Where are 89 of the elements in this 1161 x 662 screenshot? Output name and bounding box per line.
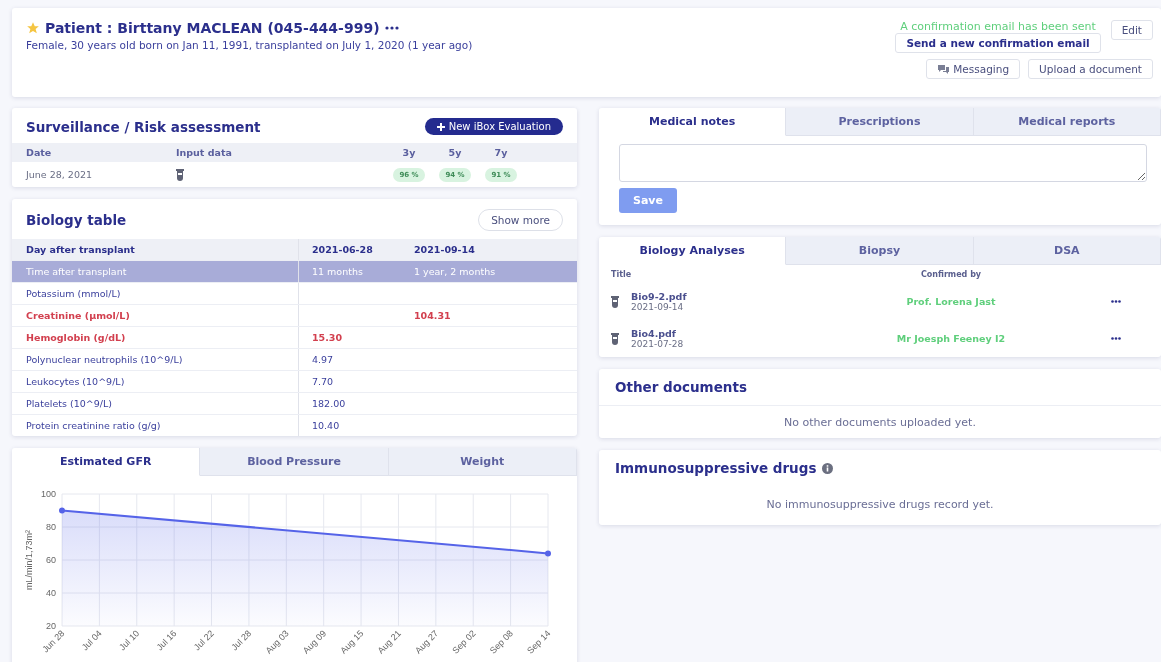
x-tick-label: Jul 22 xyxy=(191,628,216,653)
table-cell: Time after transplant xyxy=(26,266,127,277)
analysis-tab[interactable]: Biopsy xyxy=(786,237,974,265)
column-header: Confirmed by xyxy=(919,269,983,279)
table-cell: Polynuclear neutrophils (10^9/L) xyxy=(26,354,183,365)
edit-button[interactable]: Edit xyxy=(1110,20,1153,40)
table-cell: 4.97 xyxy=(312,354,334,365)
column-header: 5y xyxy=(447,147,463,158)
table-cell: Potassium (mmol/L) xyxy=(26,288,121,299)
confirmed-by: Mr Joesph Feeney I2 xyxy=(896,333,1006,344)
x-tick-label: Aug 21 xyxy=(375,628,403,656)
more-icon[interactable] xyxy=(1111,300,1121,303)
x-tick-label: Jul 10 xyxy=(117,628,142,653)
resend-email-button[interactable]: Send a new confirmation email xyxy=(895,33,1101,53)
table-cell: Protein creatinine ratio (g/g) xyxy=(26,420,161,431)
column-header: Input data xyxy=(176,147,233,158)
test-tube-icon xyxy=(611,332,619,345)
table-cell: 182.00 xyxy=(312,398,346,409)
table-cell: Leukocytes (10^9/L) xyxy=(26,376,125,387)
table-cell: Hemoglobin (g/dL) xyxy=(26,332,126,343)
notes-tab[interactable]: Medical notes xyxy=(599,108,787,136)
table-cell: 11 months xyxy=(312,266,363,277)
table-cell: Platelets (10^9/L) xyxy=(26,398,112,409)
column-header: 3y xyxy=(401,147,417,158)
x-tick-label: Jul 16 xyxy=(154,628,179,653)
x-tick-label: Jun 28 xyxy=(40,628,67,655)
email-status: A confirmation email has been sent xyxy=(900,20,1096,33)
file-name[interactable]: Bio9-2.pdf xyxy=(631,291,687,302)
x-tick-label: Sep 08 xyxy=(487,628,516,656)
analysis-tab[interactable]: Biology Analyses xyxy=(599,237,787,265)
note-field[interactable] xyxy=(619,144,1147,182)
confirmed-by: Prof. Lorena Jast xyxy=(906,296,996,307)
data-point xyxy=(545,550,551,557)
card-title: Biology table xyxy=(26,212,127,228)
analysis-tab[interactable]: DSA xyxy=(973,237,1161,265)
y-tick-label: 20 xyxy=(46,621,56,631)
x-tick-label: Aug 27 xyxy=(413,628,441,656)
more-icon[interactable] xyxy=(384,26,399,30)
x-tick-label: Aug 15 xyxy=(338,628,366,656)
new-evaluation-button[interactable]: New iBox Evaluation xyxy=(424,118,563,135)
card-title: Other documents xyxy=(615,379,747,395)
column-header: 2021-06-28 xyxy=(311,243,374,257)
table-cell: 104.31 xyxy=(414,310,451,321)
table-cell: 1 year, 2 months xyxy=(414,266,496,277)
file-date: 2021-09-14 xyxy=(631,302,685,312)
column-header: 2021-09-14 xyxy=(414,243,476,257)
patient-details: Female, 30 years old born on Jan 11, 1991, transplanted on July 1, 2020 (1 year ago) xyxy=(26,39,473,51)
table-cell: 15.30 xyxy=(312,332,343,343)
table-cell: 10.40 xyxy=(312,420,340,431)
messaging-button[interactable]: Messaging xyxy=(926,59,1021,79)
y-tick-label: 40 xyxy=(46,588,56,598)
table-cell: Creatinine (µmol/L) xyxy=(26,310,130,321)
column-header: Date xyxy=(25,147,53,158)
x-tick-label: Aug 09 xyxy=(300,628,329,656)
x-tick-label: Aug 03 xyxy=(263,628,291,656)
test-tube-icon xyxy=(176,168,184,181)
chart-tab[interactable]: Weight xyxy=(388,448,577,476)
file-date: 2021-07-28 xyxy=(631,339,684,349)
star-icon[interactable] xyxy=(26,21,40,35)
notes-tab[interactable]: Prescriptions xyxy=(786,108,974,136)
chat-bubbles-icon xyxy=(937,64,951,74)
info-icon[interactable] xyxy=(822,462,834,474)
file-name[interactable]: Bio4.pdf xyxy=(631,328,684,339)
empty-message: No other documents uploaded yet. xyxy=(783,415,977,431)
empty-message: No immunosuppressive drugs record yet. xyxy=(765,497,995,513)
patient-name: Patient : Birttany MACLEAN (045-444-999) xyxy=(45,20,380,36)
table-cell: 7.70 xyxy=(312,376,334,387)
plus-icon xyxy=(436,122,445,131)
upload-document-button[interactable]: Upload a document xyxy=(1028,59,1153,79)
y-tick-label: 80 xyxy=(46,522,56,532)
x-tick-label: Sep 02 xyxy=(450,628,478,656)
y-tick-label: 100 xyxy=(40,489,56,499)
data-point xyxy=(59,507,65,514)
y-tick-label: 60 xyxy=(46,555,56,565)
column-header: Title xyxy=(610,269,633,279)
y-axis-label: mL/min/1,73m² xyxy=(24,530,34,590)
more-icon[interactable] xyxy=(1111,337,1121,340)
test-tube-icon xyxy=(611,295,619,308)
x-tick-label: Jul 04 xyxy=(79,628,104,653)
card-title: Immunosuppressive drugs xyxy=(615,460,817,476)
column-header: 7y xyxy=(493,147,509,158)
chart-tab[interactable]: Blood Pressure xyxy=(200,448,389,476)
x-tick-label: Jul 28 xyxy=(229,628,254,653)
table-cell-text: June 28, 2021 xyxy=(24,169,93,180)
chart-tab[interactable]: Estimated GFR xyxy=(12,448,201,476)
x-tick-label: Sep 14 xyxy=(525,628,553,656)
notes-tab[interactable]: Medical reports xyxy=(973,108,1161,136)
card-title: Surveillance / Risk assessment xyxy=(26,118,261,135)
show-more-button[interactable]: Show more xyxy=(478,209,563,231)
